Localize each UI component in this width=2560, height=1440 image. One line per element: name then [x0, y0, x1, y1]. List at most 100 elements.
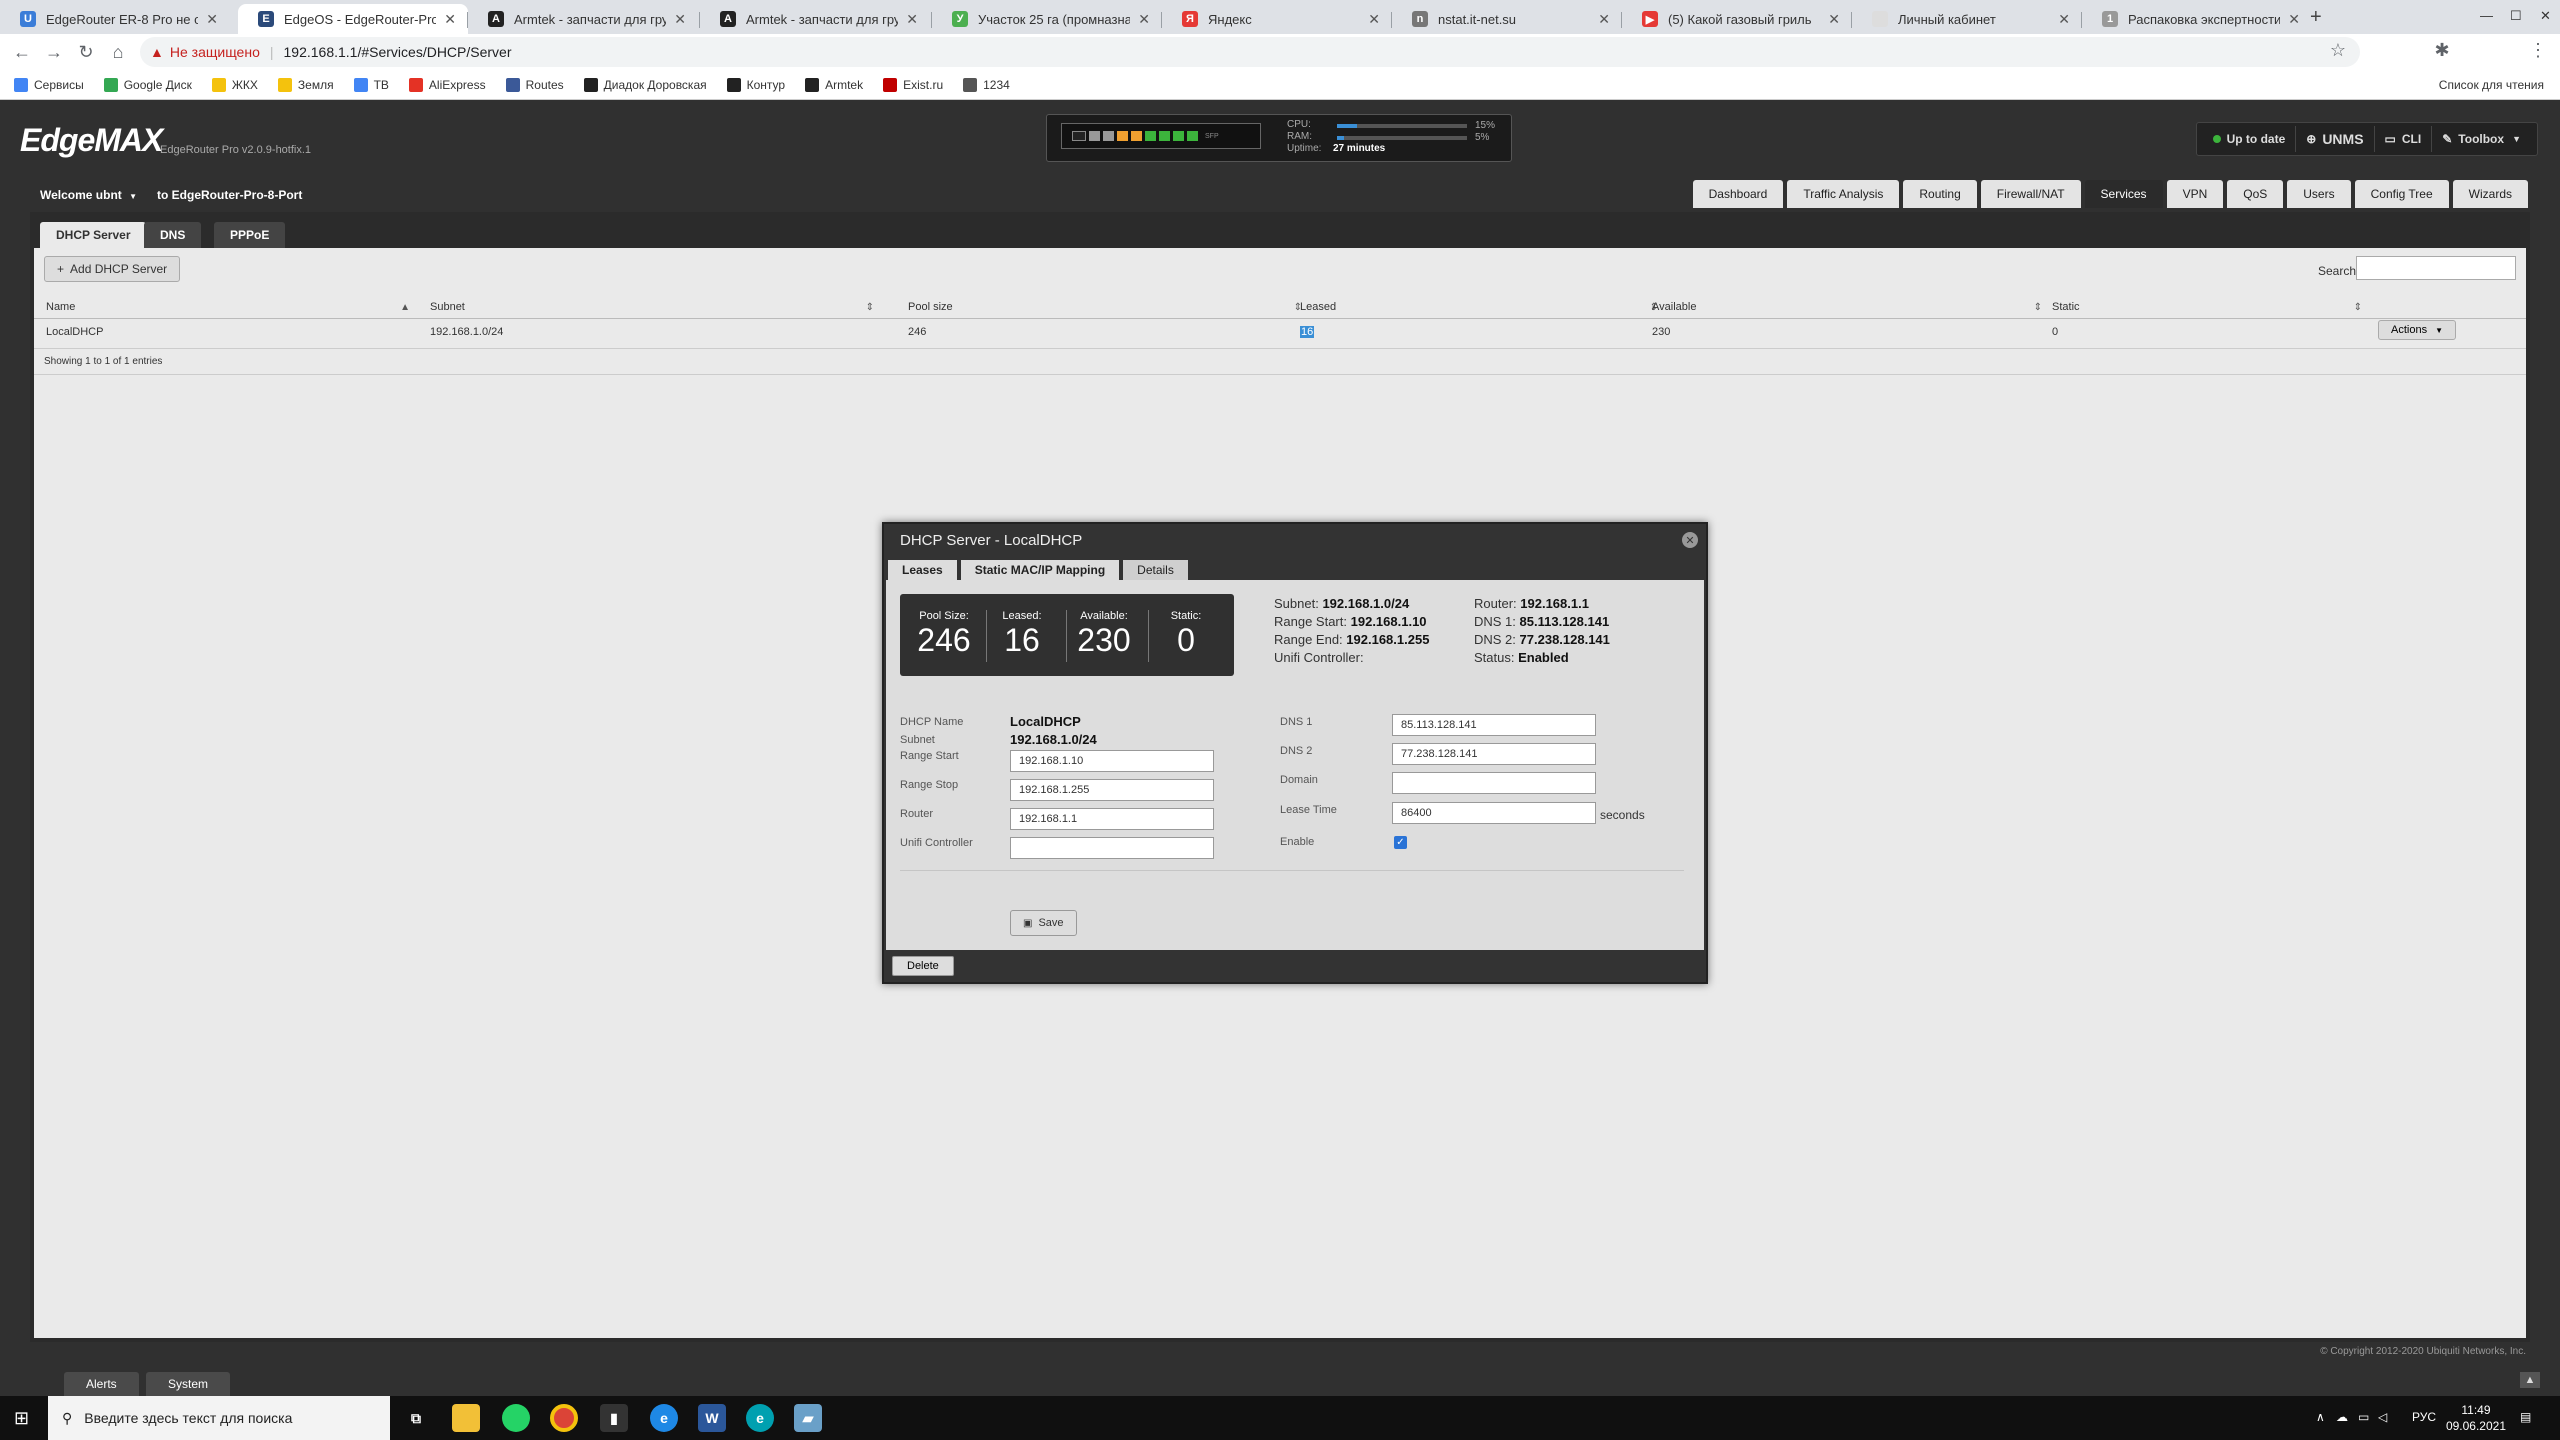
bookmark-item[interactable]: Сервисы [14, 77, 84, 92]
browser-tab[interactable]: Личный кабинет ✕ [1852, 4, 2082, 34]
tab-routing[interactable]: Routing [1903, 180, 1977, 208]
browser-tab[interactable]: 1 Распаковка экспертности ✕ [2082, 4, 2312, 34]
notification-icon[interactable]: ▤ [2520, 1410, 2531, 1424]
windows-start-icon[interactable]: ⊞ [14, 1408, 29, 1429]
tab-dashboard[interactable]: Dashboard [1692, 180, 1784, 208]
plus-icon[interactable]: + [2310, 6, 2322, 29]
app-icon[interactable]: ▰ [794, 1404, 822, 1432]
bookmark-item[interactable]: Routes [505, 77, 564, 92]
close-tab-icon[interactable]: ✕ [2058, 11, 2070, 28]
bookmark-item[interactable]: Exist.ru [883, 77, 943, 92]
close-tab-icon[interactable]: ✕ [1598, 11, 1610, 28]
address-bar[interactable]: ▲ Не защищено | 192.168.1.1/#Services/DH… [140, 37, 2360, 67]
up-to-date-button[interactable]: Up to date [2203, 126, 2297, 152]
tray-chevron-icon[interactable]: ∧ [2316, 1410, 2325, 1424]
bookmark-item[interactable]: Контур [726, 77, 785, 92]
bookmark-item[interactable]: Armtek [805, 77, 863, 92]
browser-tab[interactable]: ▶ (5) Какой газовый гриль ✕ [1622, 4, 1852, 34]
tab-wizards[interactable]: Wizards [2452, 180, 2528, 208]
star-icon[interactable]: ☆ [2322, 40, 2354, 61]
chart-app-icon[interactable]: ▮ [600, 1404, 628, 1432]
enable-checkbox[interactable]: ✓ [1394, 836, 1407, 849]
bookmark-item[interactable]: Диадок Доровская [583, 77, 707, 92]
speaker-icon[interactable]: ◁ [2378, 1410, 2387, 1424]
minimize-icon[interactable]: — [2480, 8, 2493, 23]
tab-static-mapping[interactable]: Static MAC/IP Mapping [960, 560, 1120, 580]
menu-icon[interactable]: ⋮ [2522, 40, 2554, 61]
tab-leases[interactable]: Leases [888, 560, 957, 580]
browser-tab[interactable]: A Armtek - запчасти для грузов ✕ [700, 4, 930, 34]
column-header-leased[interactable]: Leased ⇕ [1300, 296, 1664, 318]
tab-vpn[interactable]: VPN [2166, 180, 2224, 208]
bookmark-item[interactable]: 1234 [963, 77, 1010, 92]
delete-button[interactable]: Delete [892, 956, 954, 976]
tab-traffic-analysis[interactable]: Traffic Analysis [1787, 180, 1900, 208]
bookmark-item[interactable]: ТВ [353, 77, 389, 92]
close-tab-icon[interactable]: ✕ [674, 11, 686, 28]
edge-icon[interactable]: e [650, 1404, 678, 1432]
tab-config-tree[interactable]: Config Tree [2354, 180, 2449, 208]
whatsapp-icon[interactable] [502, 1404, 530, 1432]
user-menu[interactable]: Welcome ubnt ▼ [40, 188, 137, 202]
tab-details[interactable]: Details [1123, 560, 1188, 580]
system-tab[interactable]: System [146, 1372, 231, 1396]
dns1-input[interactable]: 85.113.128.141 [1392, 714, 1596, 736]
network-icon[interactable]: ▭ [2358, 1410, 2369, 1424]
chevron-up-icon[interactable]: ▲ [2520, 1372, 2540, 1388]
close-tab-icon[interactable]: ✕ [2288, 11, 2300, 28]
dns2-input[interactable]: 77.238.128.141 [1392, 743, 1596, 765]
bookmark-item[interactable]: ЖКХ [211, 77, 258, 92]
tab-dhcp-server[interactable]: DHCP Server [40, 222, 147, 248]
tab-dns[interactable]: DNS [144, 222, 202, 248]
tab-services[interactable]: Services [2084, 180, 2163, 208]
reload-icon[interactable]: ↻ [70, 42, 102, 63]
range-stop-input[interactable]: 192.168.1.255 [1010, 779, 1214, 801]
home-icon[interactable]: ⌂ [102, 42, 134, 63]
close-tab-icon[interactable]: ✕ [206, 11, 218, 28]
language-indicator[interactable]: РУС [2412, 1410, 2436, 1424]
reading-list-link[interactable]: Список для чтения [2439, 78, 2544, 92]
cloud-icon[interactable]: ☁ [2336, 1410, 2348, 1424]
bookmark-item[interactable]: Земля [277, 77, 334, 92]
tab-qos[interactable]: QoS [2227, 180, 2284, 208]
clock[interactable]: 11:49 09.06.2021 [2446, 1402, 2506, 1434]
bookmark-item[interactable]: Google Диск [103, 77, 192, 92]
browser-tab[interactable]: E EdgeOS - EdgeRouter-Pro-8-Po ✕ [238, 4, 468, 34]
unifi-controller-input[interactable] [1010, 837, 1214, 859]
maximize-icon[interactable]: ☐ [2510, 8, 2522, 24]
extensions-icon[interactable]: ✱ [2426, 40, 2458, 61]
browser-tab[interactable]: n nstat.it-net.su ✕ [1392, 4, 1622, 34]
range-start-input[interactable]: 192.168.1.10 [1010, 750, 1214, 772]
column-header-available[interactable]: Available ⇕ [1652, 296, 2048, 318]
back-icon[interactable]: ← [6, 42, 38, 63]
word-icon[interactable]: W [698, 1404, 726, 1432]
column-header-subnet[interactable]: Subnet ⇕ [430, 296, 880, 318]
close-tab-icon[interactable]: ✕ [1828, 11, 1840, 28]
browser-tab[interactable]: У Участок 25 га (промназначен ✕ [932, 4, 1162, 34]
browser-tab[interactable]: A Armtek - запчасти для грузов ✕ [468, 4, 698, 34]
tab-firewall-nat[interactable]: Firewall/NAT [1980, 180, 2081, 208]
browser-tab[interactable]: U EdgeRouter ER-8 Pro не откры ✕ [0, 4, 230, 34]
tab-pppoe[interactable]: PPPoE [214, 222, 286, 248]
unms-button[interactable]: ⊕ UNMS [2296, 126, 2375, 152]
browser-tab[interactable]: Я Яндекс ✕ [1162, 4, 1392, 34]
close-window-icon[interactable]: ✕ [2540, 8, 2551, 24]
save-button[interactable]: ▣ Save [1010, 910, 1077, 936]
search-input[interactable] [2356, 256, 2516, 280]
column-header-name[interactable]: Name ▲ [46, 296, 416, 318]
router-input[interactable]: 192.168.1.1 [1010, 808, 1214, 830]
close-tab-icon[interactable]: ✕ [906, 11, 918, 28]
taskbar-search[interactable]: ⚲ Введите здесь текст для поиска [48, 1396, 390, 1440]
lease-time-input[interactable]: 86400 [1392, 802, 1596, 824]
column-header-static[interactable]: Static ⇕ [2052, 296, 2368, 318]
eset-icon[interactable]: e [746, 1404, 774, 1432]
toolbox-button[interactable]: ✎ Toolbox ▼ [2432, 126, 2531, 152]
close-tab-icon[interactable]: ✕ [1368, 11, 1380, 28]
tab-users[interactable]: Users [2287, 180, 2351, 208]
actions-dropdown[interactable]: Actions ▼ [2378, 320, 2456, 340]
forward-icon[interactable]: → [38, 42, 70, 63]
file-explorer-icon[interactable] [452, 1404, 480, 1432]
task-view-icon[interactable]: ⧉ [402, 1404, 430, 1432]
bookmark-item[interactable]: AliExpress [408, 77, 486, 92]
close-tab-icon[interactable]: ✕ [1138, 11, 1150, 28]
